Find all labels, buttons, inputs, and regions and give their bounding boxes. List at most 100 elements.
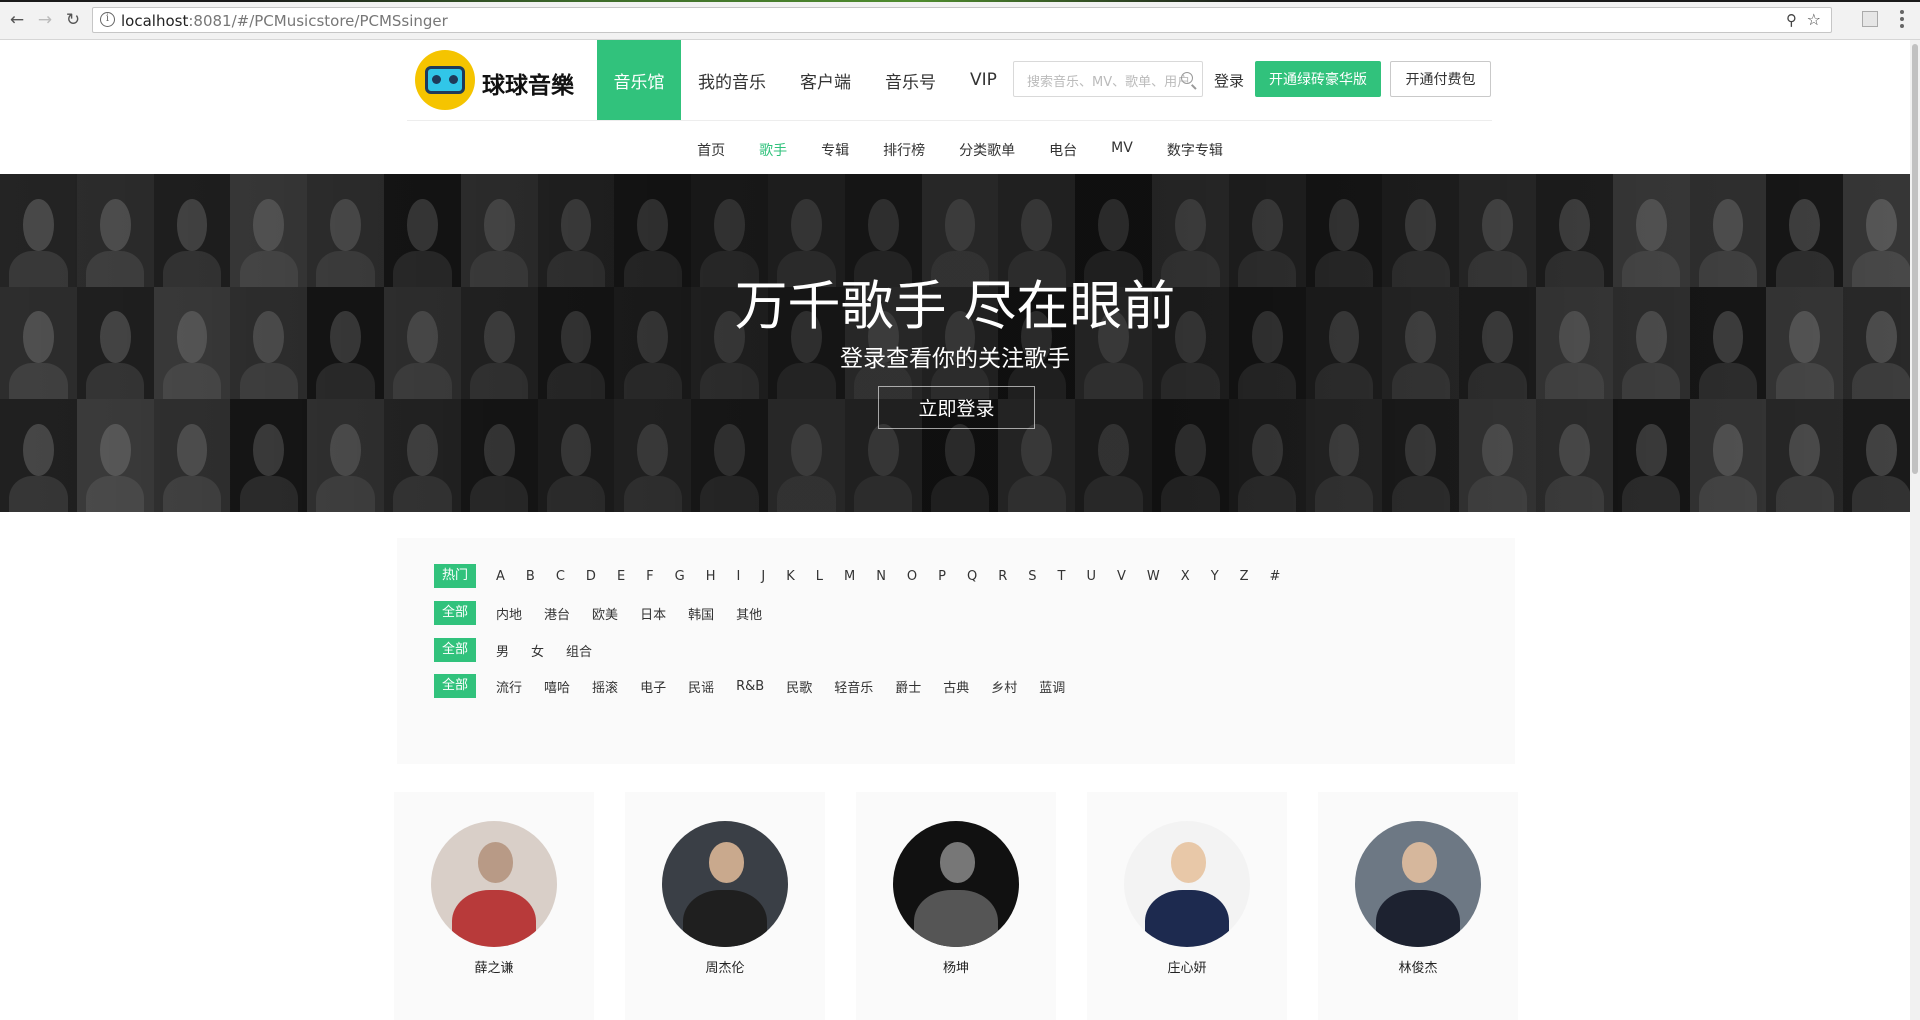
- genre-filter-option[interactable]: 嘻哈: [544, 677, 570, 696]
- letter-filter-option[interactable]: D: [586, 569, 596, 584]
- letter-filter-option[interactable]: N: [876, 569, 886, 584]
- letter-filter-option[interactable]: K: [786, 569, 795, 584]
- genre-filter-option[interactable]: 古典: [943, 677, 969, 696]
- url-text[interactable]: localhost:8081/#/PCMusicstore/PCMSsinger: [121, 12, 448, 30]
- sub-nav-item[interactable]: 电台: [1049, 140, 1077, 160]
- letter-filter-option[interactable]: Y: [1211, 569, 1219, 584]
- login-link[interactable]: 登录: [1214, 70, 1244, 91]
- letter-filter-option[interactable]: U: [1087, 569, 1097, 584]
- genre-filter-option[interactable]: 爵士: [895, 677, 921, 696]
- letter-filter-option[interactable]: W: [1147, 569, 1160, 584]
- address-bar[interactable]: i localhost:8081/#/PCMusicstore/PCMSsing…: [92, 7, 1832, 33]
- singer-card[interactable]: 林俊杰: [1318, 792, 1518, 1020]
- brand-name[interactable]: 球球音樂: [482, 66, 574, 100]
- letter-filter-option[interactable]: T: [1058, 569, 1066, 584]
- genre-filter-option[interactable]: 民歌: [786, 677, 812, 696]
- sub-nav-item[interactable]: MV: [1111, 140, 1133, 160]
- letter-filter-option[interactable]: H: [706, 569, 716, 584]
- singer-avatar[interactable]: [662, 821, 788, 947]
- gender-filter-option[interactable]: 男: [496, 641, 509, 660]
- letter-filter-option[interactable]: L: [816, 569, 823, 584]
- gender-filter-option[interactable]: 女: [531, 641, 544, 660]
- gender-filter-option[interactable]: 全部: [434, 638, 477, 662]
- singer-name[interactable]: 杨坤: [856, 957, 1056, 976]
- sub-nav-item[interactable]: 排行榜: [883, 140, 925, 160]
- sub-nav-item[interactable]: 首页: [697, 140, 725, 160]
- letter-filter-option[interactable]: F: [646, 569, 653, 584]
- vip-subscribe-button[interactable]: 开通绿砖豪华版: [1255, 61, 1381, 97]
- logo-icon[interactable]: [415, 50, 475, 110]
- letter-filter-option[interactable]: B: [526, 569, 535, 584]
- letter-filter-option[interactable]: P: [938, 569, 946, 584]
- region-filter-option[interactable]: 韩国: [688, 604, 714, 623]
- sub-nav-item[interactable]: 分类歌单: [959, 140, 1015, 160]
- forward-icon[interactable]: →: [34, 9, 56, 31]
- main-nav-item[interactable]: 音乐馆: [597, 40, 681, 120]
- letter-filter-option[interactable]: I: [737, 569, 741, 584]
- bookmark-star-icon[interactable]: ☆: [1807, 10, 1821, 29]
- letter-filter-option[interactable]: A: [496, 569, 505, 584]
- site-info-icon[interactable]: i: [100, 12, 115, 27]
- letter-filter-option[interactable]: R: [998, 569, 1007, 584]
- letter-filter-option[interactable]: O: [907, 569, 917, 584]
- browser-menu-icon[interactable]: [1900, 10, 1904, 30]
- singer-avatar[interactable]: [893, 821, 1019, 947]
- letter-filter-option[interactable]: C: [556, 569, 565, 584]
- search-input[interactable]: 搜索音乐、MV、歌单、用户: [1013, 61, 1203, 97]
- reload-icon[interactable]: ↻: [62, 9, 84, 31]
- genre-filter-option[interactable]: 民谣: [688, 677, 714, 696]
- sub-nav-item[interactable]: 专辑: [821, 140, 849, 160]
- letter-filter-option[interactable]: G: [675, 569, 685, 584]
- singer-name[interactable]: 林俊杰: [1318, 957, 1518, 976]
- singer-name[interactable]: 周杰伦: [625, 957, 825, 976]
- genre-filter-option[interactable]: 电子: [640, 677, 666, 696]
- letter-filter-option[interactable]: #: [1270, 569, 1281, 584]
- singer-avatar[interactable]: [431, 821, 557, 947]
- singer-card[interactable]: 杨坤: [856, 792, 1056, 1020]
- singer-card[interactable]: 周杰伦: [625, 792, 825, 1020]
- extension-icon[interactable]: [1862, 11, 1878, 27]
- zoom-icon[interactable]: ⚲: [1786, 11, 1797, 29]
- letter-filter-option[interactable]: J: [761, 569, 765, 584]
- singer-avatar[interactable]: [1124, 821, 1250, 947]
- search-icon[interactable]: [1181, 72, 1193, 84]
- banner-login-button[interactable]: 立即登录: [878, 386, 1035, 429]
- genre-filter-option[interactable]: 摇滚: [592, 677, 618, 696]
- region-filter-option[interactable]: 欧美: [592, 604, 618, 623]
- scrollbar-thumb[interactable]: [1912, 44, 1918, 474]
- genre-filter-option[interactable]: 全部: [434, 674, 477, 698]
- page-scrollbar[interactable]: [1910, 40, 1920, 1020]
- genre-filter-option[interactable]: R&B: [736, 679, 764, 694]
- letter-filter-option[interactable]: X: [1181, 569, 1190, 584]
- back-icon[interactable]: ←: [6, 9, 28, 31]
- region-filter-option[interactable]: 其他: [736, 604, 762, 623]
- gender-filter-option[interactable]: 组合: [566, 641, 592, 660]
- region-filter-option[interactable]: 内地: [496, 604, 522, 623]
- letter-filter-option[interactable]: Q: [967, 569, 977, 584]
- region-filter-option[interactable]: 日本: [640, 604, 666, 623]
- letter-filter-option[interactable]: S: [1028, 569, 1036, 584]
- letter-filter-option[interactable]: E: [617, 569, 625, 584]
- main-nav-item[interactable]: 我的音乐: [681, 40, 783, 120]
- letter-filter-option[interactable]: 热门: [434, 564, 477, 588]
- genre-filter-option[interactable]: 乡村: [991, 677, 1017, 696]
- genre-filter-option[interactable]: 轻音乐: [834, 677, 873, 696]
- letter-filter-option[interactable]: Z: [1240, 569, 1249, 584]
- singer-name[interactable]: 薛之谦: [394, 957, 594, 976]
- letter-filter-option[interactable]: V: [1117, 569, 1126, 584]
- region-filter-option[interactable]: 全部: [434, 601, 477, 625]
- genre-filter-option[interactable]: 蓝调: [1039, 677, 1065, 696]
- sub-nav-item[interactable]: 数字专辑: [1167, 140, 1223, 160]
- singer-card[interactable]: 薛之谦: [394, 792, 594, 1020]
- main-nav-item[interactable]: 客户端: [783, 40, 868, 120]
- region-filter-option[interactable]: 港台: [544, 604, 570, 623]
- singer-card[interactable]: 庄心妍: [1087, 792, 1287, 1020]
- main-nav-item[interactable]: VIP: [953, 40, 1014, 120]
- genre-filter-option[interactable]: 流行: [496, 677, 522, 696]
- main-nav-item[interactable]: 音乐号: [868, 40, 953, 120]
- singer-avatar[interactable]: [1355, 821, 1481, 947]
- singer-name[interactable]: 庄心妍: [1087, 957, 1287, 976]
- pay-package-button[interactable]: 开通付费包: [1390, 61, 1491, 97]
- letter-filter-option[interactable]: M: [844, 569, 855, 584]
- sub-nav-item[interactable]: 歌手: [759, 140, 787, 160]
